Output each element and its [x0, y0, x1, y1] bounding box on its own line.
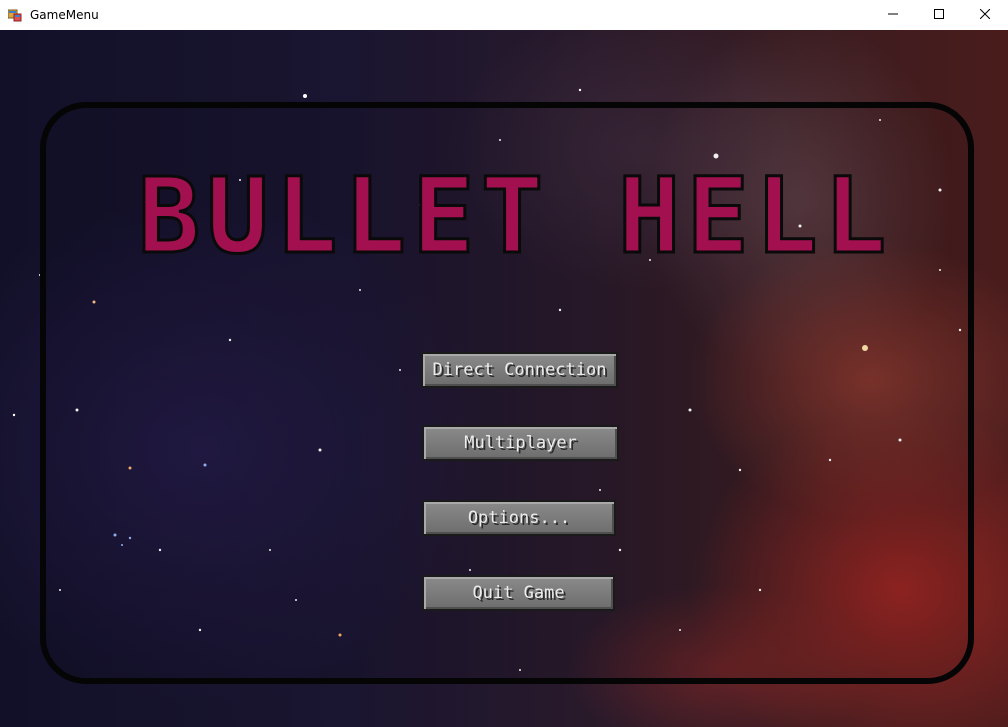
app-window-icon [7, 8, 22, 22]
game-menu-window: GameMenu BULLET HELL Direct Connection M… [0, 0, 1008, 727]
multiplayer-button[interactable]: Multiplayer [422, 425, 619, 461]
game-logo-text: BULLET HELL [138, 168, 893, 260]
game-logo: BULLET HELL [136, 168, 893, 260]
close-icon [979, 8, 991, 22]
title-bar[interactable]: GameMenu [0, 0, 1008, 30]
maximize-icon [934, 8, 944, 22]
direct-connection-button[interactable]: Direct Connection [421, 352, 618, 388]
quit-game-button[interactable]: Quit Game [422, 575, 615, 611]
maximize-button[interactable] [916, 0, 962, 30]
window-title: GameMenu [30, 8, 99, 22]
close-button[interactable] [962, 0, 1008, 30]
options-button[interactable]: Options... [422, 500, 616, 536]
minimize-icon [888, 8, 898, 22]
minimize-button[interactable] [870, 0, 916, 30]
